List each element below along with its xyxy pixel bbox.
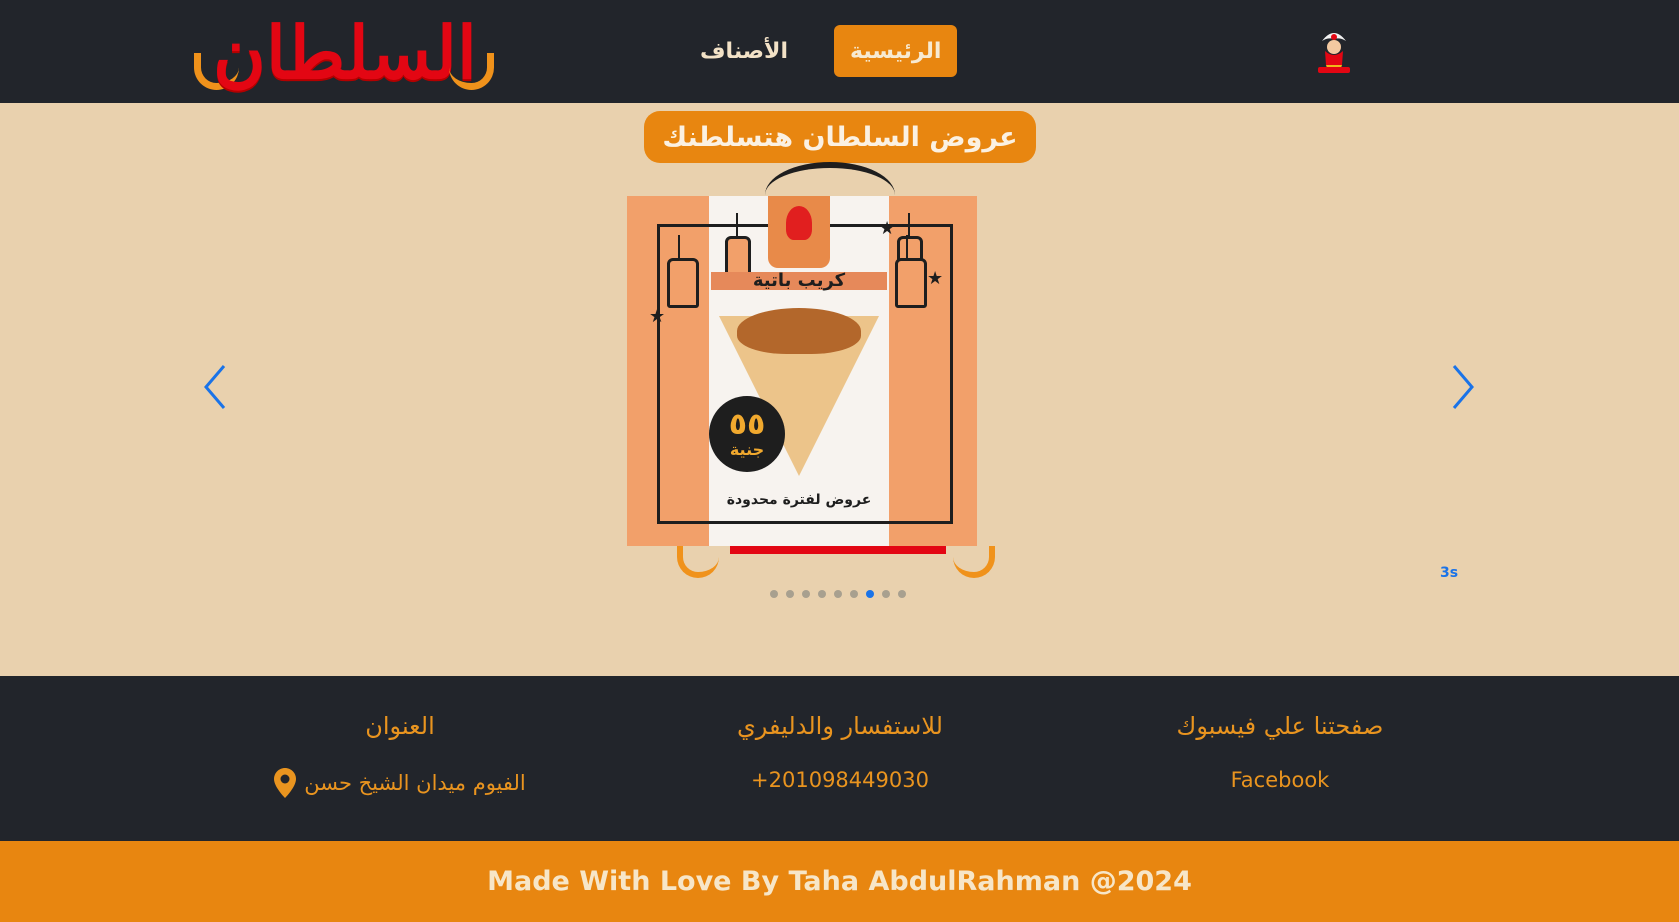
slide-underline (730, 546, 946, 554)
footer: صفحتنا علي فيسبوك Facebook للاستفسار وال… (0, 676, 1679, 841)
navbar: السلطان الرئيسية الأصناف (0, 0, 1679, 103)
price-value: ٥٥ (728, 407, 766, 442)
phone-heading: للاستفسار والدليفري (737, 712, 943, 740)
facebook-heading: صفحتنا علي فيسبوك (1176, 712, 1384, 740)
pagination-dot[interactable] (834, 590, 842, 598)
chevron-right-icon (1452, 365, 1474, 409)
price-currency: جنية (729, 440, 765, 459)
address-line: الفيوم ميدان الشيخ حسن (274, 768, 526, 798)
pagination-dot[interactable] (850, 590, 858, 598)
price-badge: ٥٥ جنية (709, 396, 785, 472)
carousel-prev-button[interactable] (200, 362, 230, 412)
pagination-dot[interactable] (818, 590, 826, 598)
nav-categories[interactable]: الأصناف (700, 39, 788, 64)
brand-logo-text: السلطان (213, 9, 479, 95)
address-heading: العنوان (365, 712, 435, 740)
pagination-dot[interactable] (898, 590, 906, 598)
pagination-dot[interactable] (786, 590, 794, 598)
map-pin-icon (274, 768, 297, 798)
poster-logo (768, 196, 830, 268)
sultan-mascot-icon[interactable] (1312, 25, 1356, 75)
address-text: الفيوم ميدان الشيخ حسن (304, 771, 526, 795)
slide-hook-left (677, 546, 719, 578)
carousel-slide[interactable]: ★ ★ ★ كريب باتية ٥٥ جنية عروض لفترة محدو… (625, 160, 1000, 580)
carousel-pagination (770, 590, 906, 600)
pagination-dot[interactable] (802, 590, 810, 598)
carousel-next-button[interactable] (1448, 362, 1478, 412)
footer-facebook: صفحتنا علي فيسبوك Facebook (1130, 712, 1430, 792)
footer-address: العنوان الفيوم ميدان الشيخ حسن (250, 712, 550, 798)
autoplay-timer: 3s (1440, 565, 1459, 581)
poster-tagline: عروض لفترة محدودة (726, 492, 872, 508)
credits-bar: Made With Love By Taha AbdulRahman @2024 (0, 841, 1679, 922)
star-icon: ★ (649, 306, 666, 327)
footer-phone: للاستفسار والدليفري +201098449030 (690, 712, 990, 792)
slide-hook-right (953, 546, 995, 578)
offer-poster: ★ ★ ★ كريب باتية ٥٥ جنية عروض لفترة محدو… (627, 196, 977, 546)
pagination-dot[interactable] (770, 590, 778, 598)
pagination-dot[interactable] (882, 590, 890, 598)
crepe-filling (737, 308, 861, 354)
offers-title: عروض السلطان هتسلطنك (644, 111, 1036, 163)
pagination-dot-active[interactable] (866, 590, 874, 598)
facebook-link[interactable]: Facebook (1231, 768, 1330, 792)
brand-logo[interactable]: السلطان (190, 8, 500, 96)
nav-home[interactable]: الرئيسية (833, 25, 958, 77)
star-icon: ★ (927, 268, 944, 289)
lantern-icon (667, 235, 699, 308)
phone-link[interactable]: +201098449030 (751, 768, 929, 792)
main-nav: الرئيسية الأصناف (700, 25, 958, 77)
chevron-left-icon (204, 365, 226, 409)
lantern-icon (895, 235, 927, 308)
poster-product-name: كريب باتية (711, 272, 887, 290)
star-icon: ★ (879, 218, 896, 239)
logo-swoosh-right (449, 53, 494, 90)
